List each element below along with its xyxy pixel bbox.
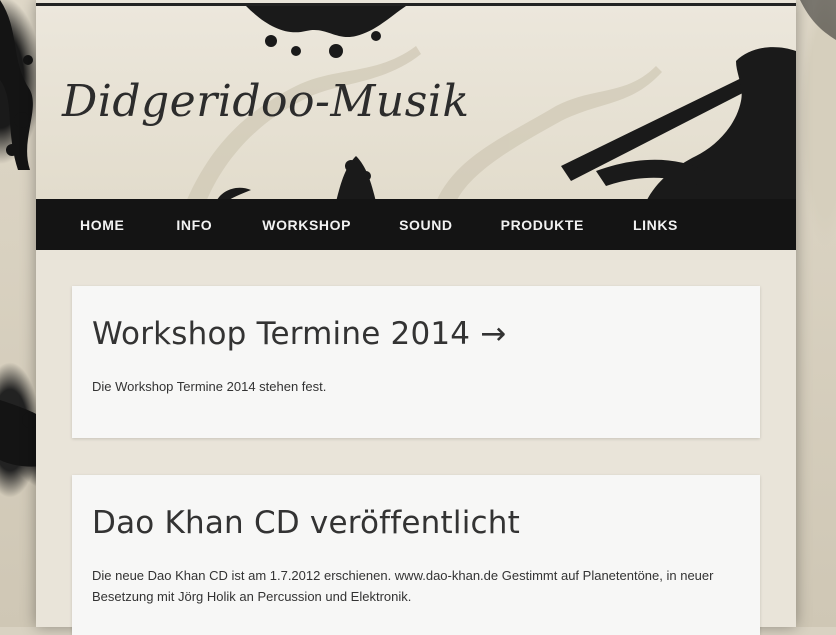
post-excerpt: Die neue Dao Khan CD ist am 1.7.2012 ers…	[92, 568, 714, 604]
posts-list: Workshop Termine 2014 → Die Workshop Ter…	[36, 250, 796, 635]
nav-item-links[interactable]: LINKS	[633, 217, 678, 233]
post-card: Dao Khan CD veröffentlicht Die neue Dao …	[72, 475, 760, 635]
nav-item-sound[interactable]: SOUND	[399, 217, 453, 233]
site-title[interactable]: Didgeridoo-Musik	[62, 76, 470, 127]
post-title-link[interactable]: Workshop Termine 2014 →	[92, 316, 506, 352]
post-excerpt: Die Workshop Termine 2014 stehen fest.	[92, 379, 327, 394]
nav-item-info[interactable]: INFO	[176, 217, 212, 233]
nav-item-home[interactable]: HOME	[80, 217, 124, 233]
post-title-link[interactable]: Dao Khan CD veröffentlicht	[92, 505, 520, 541]
page-container: Didgeridoo-Musik HOME INFO WORKSHOP SOUN…	[36, 0, 796, 635]
site-header: Didgeridoo-Musik	[36, 3, 796, 202]
nav-item-produkte[interactable]: PRODUKTE	[501, 217, 584, 233]
post-card: Workshop Termine 2014 → Die Workshop Ter…	[72, 286, 760, 438]
nav-item-workshop[interactable]: WORKSHOP	[262, 217, 351, 233]
main-navigation: HOME INFO WORKSHOP SOUND PRODUKTE LINKS	[36, 199, 796, 250]
